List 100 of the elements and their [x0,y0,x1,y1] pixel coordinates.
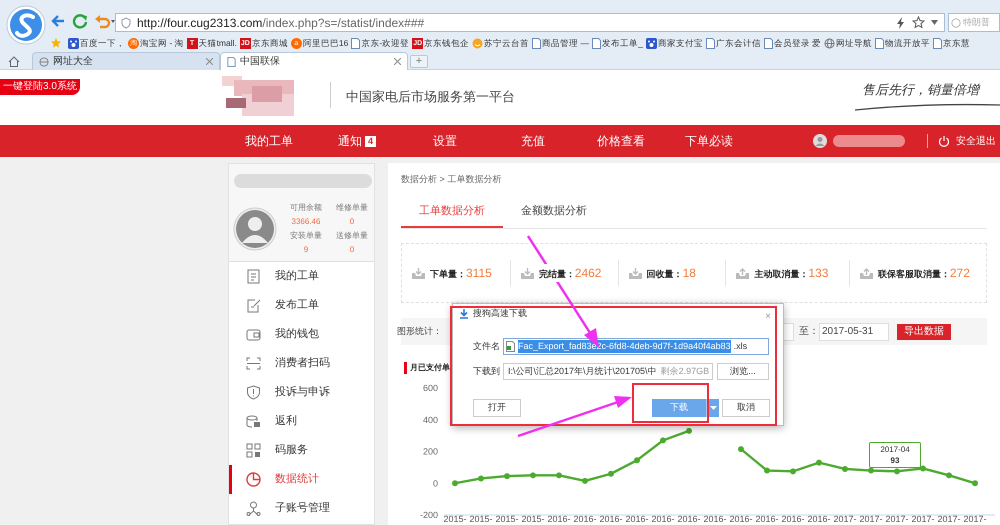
x-tick-label: 2016- [651,514,675,524]
sidebar-item[interactable]: 数据统计 [229,465,374,494]
caret-icon[interactable] [931,20,938,25]
blurred-username [833,135,905,147]
data-point [452,480,458,486]
nav-link[interactable]: 通知 [338,132,362,150]
lightning-icon[interactable] [896,16,906,28]
handwritten-slogan: 售后先行，销量倍增 [862,82,979,100]
save-path-dropdown[interactable]: I:\公司\汇总2017年\月统计\201705\中 剩余2.97GB [503,363,713,380]
bookmark-link[interactable]: 京东-欢迎登 [361,37,410,50]
sidebar-item[interactable]: 消费者扫码 [229,349,374,378]
x-tick-label: 2016- [599,514,623,524]
page-icon [592,38,602,49]
x-tick-label: 2015- [469,514,493,524]
star-icon[interactable] [912,16,925,29]
smiley-icon [472,38,484,49]
bookmark-link[interactable]: 京东慧 [943,37,970,50]
sidebar-item[interactable]: 子账号管理 [229,494,374,523]
nav-link[interactable]: 下单必读 [685,132,733,150]
download-tray-icon [412,268,425,278]
bookmark-link[interactable]: 天猫tmall. [198,37,237,50]
browse-button[interactable]: 浏览... [717,363,769,380]
tab[interactable]: 工单数据分析 [401,196,503,228]
edit-icon [246,298,261,313]
x-tick-label: 2015- [495,514,519,524]
bookmark-link[interactable]: 广东会计信 [716,37,761,50]
bookmark-link[interactable]: 苏宁云台首 [484,37,530,50]
sidebar-item[interactable]: 我的钱包 [229,320,374,349]
bookmark-link[interactable]: 发布工单_ [602,37,643,50]
favorites-star-icon[interactable] [50,37,62,50]
browser-logo-icon[interactable] [6,5,46,45]
bookmark-link[interactable]: 物流开放平 [885,37,930,50]
bookmark-link[interactable]: 商品管理 — [542,37,590,50]
pie-chart-icon [246,472,261,487]
sidebar-item[interactable]: 发布工单 [229,291,374,320]
x-tick-label: 2017- [911,514,935,524]
undo-icon[interactable] [94,13,116,29]
bookmark-link[interactable]: 会员登录 爱 [774,37,822,50]
nav-link[interactable]: 设置 [433,132,457,150]
tooltip-date: 2017-04 [880,444,910,455]
stat-value: 3366.46 [292,216,320,228]
address-bar[interactable]: http://four.cug2313.com/index.php?s=/statist/index### [115,13,945,32]
filename-field[interactable]: Fac_Export_fad83e2c-6fd8-4deb-9d7f-1d9a40f4ab83 .xls [503,338,769,355]
close-icon[interactable] [394,58,401,65]
paw-icon [646,38,657,49]
end-date-field[interactable]: 2017-05-31 [819,322,889,340]
download-icon [459,309,469,319]
nav-link[interactable]: 我的工单 [245,132,293,150]
x-tick-label: 2016- [729,514,753,524]
bookmark-link[interactable]: 商家支付宝 [658,37,703,50]
bookmark-link[interactable]: 阿里巴巴16 [302,37,348,50]
shield-icon [246,385,261,400]
bookmark-link[interactable]: 京东商城 [252,37,288,50]
refresh-icon[interactable] [72,13,88,29]
avatar-icon[interactable] [813,134,827,148]
x-tick-label: 2016- [547,514,571,524]
logout-link[interactable]: 安全退出 [956,134,996,148]
paw-icon [68,38,79,49]
stat-label: 安装单量 [290,230,322,242]
upload-tray-icon [736,268,750,278]
search-engine-icon [951,18,961,28]
back-icon[interactable] [50,13,66,29]
home-icon[interactable] [8,56,20,67]
x-tick-label: 2016- [755,514,779,524]
chart-title: 月已支付单 [410,362,450,374]
sidebar-item[interactable]: 码服务 [229,436,374,465]
download-tray-icon [628,268,642,278]
x-tick-label: 2016- [703,514,727,524]
close-icon[interactable] [206,58,213,65]
page-icon [764,38,773,49]
x-tick-label: 2017- [937,514,961,524]
x-tick-label: 2015- [443,514,467,524]
x-tick-label: 2017- [859,514,883,524]
bookmark-link[interactable]: 百度一下， [80,37,125,50]
power-icon[interactable] [938,135,950,147]
tab[interactable]: 金额数据分析 [503,196,605,228]
open-button[interactable]: 打开 [473,399,521,417]
new-tab-button[interactable]: + [410,55,428,68]
browser-tab[interactable]: 网址大全 [32,52,220,70]
login-tag[interactable]: 一键登陆3.0系统 [0,79,80,95]
tooltip-value: 93 [890,455,900,466]
sidebar-item[interactable]: 投诉与申诉 [229,378,374,407]
x-tick-label: 2016- [625,514,649,524]
bookmark-link[interactable]: 淘宝网 - 淘 [140,37,184,50]
browser-tab[interactable]: 中国联保 [220,52,408,70]
bookmark-link[interactable]: 网址导航 [836,37,872,50]
stat-value: 0 [350,244,354,256]
page-icon [933,38,942,49]
bookmark-link[interactable]: 京东钱包企 [424,37,470,50]
nav-link[interactable]: 充值 [521,132,545,150]
page-icon [351,38,360,49]
cancel-button[interactable]: 取消 [722,399,770,417]
upload-tray-icon [860,268,873,278]
nav-link[interactable]: 价格查看 [597,132,645,150]
notification-badge: 4 [364,136,376,146]
sidebar-item[interactable]: 返利 [229,407,374,436]
export-data-button[interactable]: 导出数据 [897,324,951,340]
x-tick-label: 2017- [963,514,987,524]
data-point [634,457,640,464]
sidebar-item[interactable]: 我的工单 [229,262,374,291]
